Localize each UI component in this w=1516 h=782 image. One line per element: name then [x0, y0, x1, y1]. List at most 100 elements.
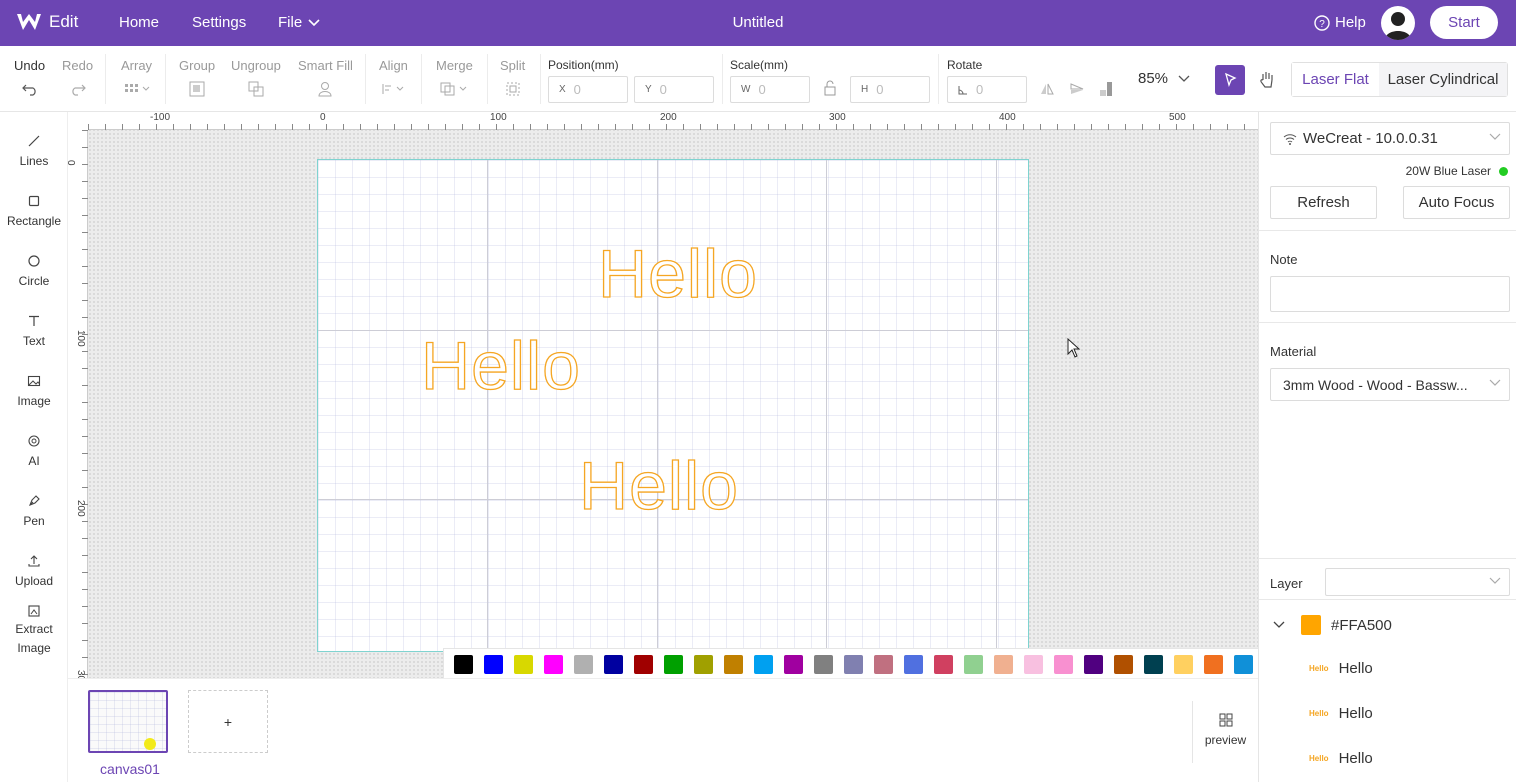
start-button[interactable]: Start — [1430, 6, 1498, 39]
merge-button[interactable]: Merge — [436, 58, 473, 97]
tool-circle[interactable]: Circle — [0, 254, 68, 288]
redo-button[interactable]: Redo — [62, 58, 93, 97]
color-swatch[interactable] — [754, 655, 773, 674]
tool-extract-image[interactable]: Extract Image — [0, 604, 68, 658]
preview-button[interactable]: preview — [1192, 701, 1258, 763]
tool-lines[interactable]: Lines — [0, 134, 68, 168]
laser-cylindrical-option[interactable]: Laser Cylindrical — [1379, 63, 1507, 96]
help-link[interactable]: ? Help — [1314, 14, 1366, 31]
color-swatch[interactable] — [1114, 655, 1133, 674]
color-swatch[interactable] — [634, 655, 653, 674]
position-x-field[interactable]: X 0 — [548, 76, 628, 103]
layer-group-row[interactable]: #FFA500 — [1259, 615, 1516, 635]
color-swatch[interactable] — [934, 655, 953, 674]
color-swatch[interactable] — [1084, 655, 1103, 674]
layer-item[interactable]: Hello Hello — [1259, 660, 1516, 677]
thumbnail-marker — [144, 738, 156, 750]
hand-icon[interactable] — [1257, 69, 1277, 89]
scale-width-field[interactable]: W 0 — [730, 76, 810, 103]
color-swatch[interactable] — [994, 655, 1013, 674]
flip-vertical-icon[interactable] — [1070, 83, 1084, 95]
color-swatch[interactable] — [874, 655, 893, 674]
canvas-text-hello[interactable]: Hello — [420, 331, 581, 400]
device-select[interactable]: WeCreat - 10.0.0.31 — [1270, 122, 1510, 155]
material-select[interactable]: 3mm Wood - Wood - Bassw... — [1270, 368, 1510, 401]
ruler-left-label: 30 — [75, 670, 86, 678]
color-swatch[interactable] — [904, 655, 923, 674]
color-swatch[interactable] — [514, 655, 533, 674]
arrange-icon[interactable] — [1099, 81, 1113, 97]
color-swatch[interactable] — [664, 655, 683, 674]
undo-button[interactable]: Undo — [14, 58, 45, 97]
merge-icon — [440, 82, 467, 96]
note-textarea[interactable] — [1270, 276, 1510, 312]
color-swatch[interactable] — [964, 655, 983, 674]
nav-home[interactable]: Home — [119, 14, 159, 31]
flip-horizontal-icon[interactable] — [1040, 83, 1054, 95]
tool-image[interactable]: Image — [0, 374, 68, 408]
layer-select[interactable] — [1325, 568, 1510, 596]
color-swatch[interactable] — [484, 655, 503, 674]
smart-fill-button[interactable]: Smart Fill — [298, 58, 353, 97]
tool-ai[interactable]: AI — [0, 434, 68, 468]
position-y-prefix: Y — [645, 84, 652, 95]
ungroup-button[interactable]: Ungroup — [231, 58, 281, 97]
tool-pen[interactable]: Pen — [0, 494, 68, 528]
position-y-field[interactable]: Y 0 — [634, 76, 714, 103]
color-swatch[interactable] — [574, 655, 593, 674]
scale-width-prefix: W — [741, 84, 751, 95]
user-avatar[interactable] — [1381, 6, 1415, 40]
circle-icon — [28, 255, 40, 267]
color-swatch[interactable] — [544, 655, 563, 674]
color-swatch[interactable] — [1054, 655, 1073, 674]
color-swatch[interactable] — [1234, 655, 1253, 674]
group-button[interactable]: Group — [179, 58, 215, 97]
tool-text[interactable]: Text — [0, 314, 68, 348]
canvas-thumbnail[interactable] — [88, 690, 168, 753]
laser-flat-option[interactable]: Laser Flat — [1292, 63, 1379, 96]
auto-focus-button[interactable]: Auto Focus — [1403, 186, 1510, 219]
color-swatch[interactable] — [1024, 655, 1043, 674]
layer-color-swatch[interactable] — [1301, 615, 1321, 635]
tool-upload[interactable]: Upload — [0, 554, 68, 588]
refresh-button[interactable]: Refresh — [1270, 186, 1377, 219]
canvas-name[interactable]: canvas01 — [90, 761, 170, 777]
color-swatch[interactable] — [694, 655, 713, 674]
layer-item[interactable]: Hello Hello — [1259, 750, 1516, 767]
color-swatch[interactable] — [844, 655, 863, 674]
nav-settings[interactable]: Settings — [192, 14, 246, 31]
color-swatch[interactable] — [1144, 655, 1163, 674]
artboard-guide — [657, 160, 658, 651]
canvas-workspace[interactable]: -100 0 100 200 300 400 500 0 100 200 30 … — [68, 112, 1258, 678]
tool-rectangle[interactable]: Rectangle — [0, 194, 68, 228]
color-swatch[interactable] — [454, 655, 473, 674]
chevron-down-icon[interactable] — [1273, 621, 1285, 629]
ruler-left-label: 200 — [75, 500, 86, 517]
color-swatch[interactable] — [604, 655, 623, 674]
color-swatch[interactable] — [724, 655, 743, 674]
rotate-field[interactable]: 0 — [947, 76, 1027, 103]
tools-sidebar: Lines Rectangle Circle Text Image AI Pen… — [0, 112, 68, 782]
scale-height-field[interactable]: H 0 — [850, 76, 930, 103]
color-swatch[interactable] — [1174, 655, 1193, 674]
select-tool-button[interactable] — [1215, 65, 1245, 95]
tool-upload-label: Upload — [14, 574, 54, 588]
artboard-guide — [996, 160, 997, 651]
tool-pen-label: Pen — [23, 514, 45, 528]
array-button[interactable]: Array — [121, 58, 152, 97]
canvas-text-hello[interactable]: Hello — [597, 239, 758, 308]
canvas-text-hello[interactable]: Hello — [578, 451, 739, 520]
toolbar-separator — [421, 54, 422, 104]
lock-icon[interactable] — [823, 80, 837, 96]
color-swatch[interactable] — [814, 655, 833, 674]
split-button[interactable]: Split — [500, 58, 525, 97]
color-swatch[interactable] — [1204, 655, 1223, 674]
align-button[interactable]: Align — [379, 58, 408, 97]
add-canvas-button[interactable]: + — [188, 690, 268, 753]
zoom-value: 85% — [1138, 70, 1169, 87]
nav-file[interactable]: File — [278, 14, 320, 31]
layer-item[interactable]: Hello Hello — [1259, 705, 1516, 722]
zoom-select[interactable]: 85% — [1138, 70, 1190, 87]
color-swatch[interactable] — [784, 655, 803, 674]
artboard[interactable]: Hello Hello Hello — [317, 159, 1029, 652]
